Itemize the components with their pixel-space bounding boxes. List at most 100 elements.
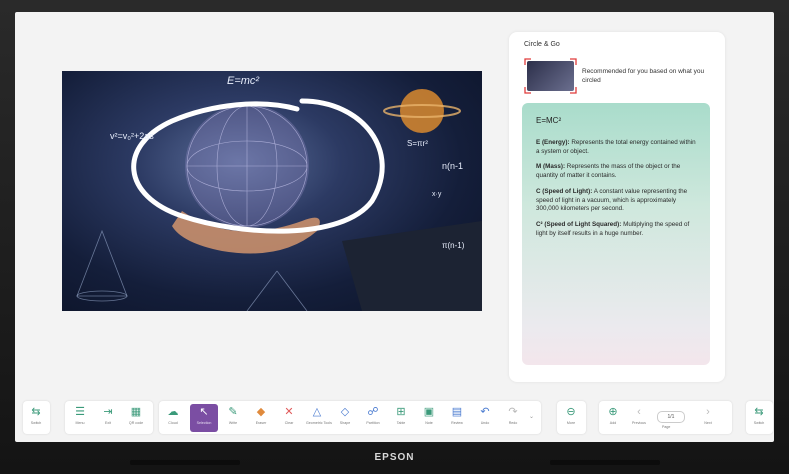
formula-overlay-5: x·y: [432, 191, 442, 198]
thumbnail-frame-icon: [524, 58, 577, 94]
switch-right-button[interactable]: ⇆ Switch: [748, 404, 770, 432]
formula-overlay-3: S=πr²: [407, 139, 428, 148]
switch-icon: ⇆: [754, 406, 764, 418]
partition-icon: ☍: [367, 406, 379, 418]
tool-label: Review: [451, 421, 463, 425]
tool-label: Redo: [508, 421, 518, 425]
review-button[interactable]: ▤ Review: [446, 404, 468, 432]
photo-illustration: [76, 89, 482, 311]
review-icon: ▤: [451, 406, 463, 418]
definition-term: C (Speed of Light):: [536, 187, 593, 195]
undo-button[interactable]: ↶ Undo: [474, 404, 496, 432]
exit-icon: ⇥: [103, 406, 113, 418]
menu-icon: ☰: [75, 406, 85, 418]
definition-term: C² (Speed of Light Squared):: [536, 220, 622, 228]
table-icon: ⊞: [396, 406, 406, 418]
tool-label: Selection: [196, 421, 212, 425]
formula-overlay-2: E=mc²: [227, 75, 260, 87]
cloud-button[interactable]: ☁ Cloud: [162, 404, 184, 432]
tool-label: Add: [609, 421, 617, 425]
toolbar-main-group: ☰ Menu ⇥ Exit ▦ QR code: [65, 401, 153, 434]
next-page-button[interactable]: › Next: [697, 404, 719, 432]
result-title: E=MC²: [536, 116, 562, 125]
write-button[interactable]: ✎ Write: [222, 404, 244, 432]
tool-label: Geometric Tools: [306, 421, 332, 425]
pen-icon: ✎: [228, 406, 238, 418]
switch-icon: ⇆: [31, 406, 41, 418]
definition-item: M (Mass): Represents the mass of the obj…: [536, 163, 698, 180]
tool-label: Next: [704, 421, 712, 425]
redo-icon: ↷: [508, 406, 518, 418]
switch-left-button[interactable]: ⇆ Switch: [25, 404, 47, 432]
tool-label: Switch: [753, 421, 765, 425]
circled-photo[interactable]: v²=v₀²+2as E=mc² S=πr² n(n-1 x·y π(n-1): [62, 71, 482, 311]
clear-button[interactable]: ✕ Clear: [278, 404, 300, 432]
tool-label: Partition: [366, 421, 380, 425]
definition-item: C (Speed of Light): A constant value rep…: [536, 188, 698, 214]
formula-overlay-1: v²=v₀²+2as: [110, 131, 154, 141]
previous-page-button[interactable]: ‹ Previous: [628, 404, 650, 432]
clear-icon: ✕: [284, 406, 294, 418]
table-button[interactable]: ⊞ Table: [390, 404, 412, 432]
brand-logo: EPSON: [374, 452, 415, 463]
chevron-right-icon: ›: [706, 406, 710, 418]
shape-button[interactable]: ◇ Shape: [334, 404, 356, 432]
menu-button[interactable]: ☰ Menu: [69, 404, 91, 432]
page-label: Page: [662, 425, 671, 429]
circle-and-go-panel: Circle & Go Recommended for you based on…: [509, 32, 725, 382]
panel-title: Circle & Go: [524, 41, 560, 48]
toolbar-more-group: ⊖ More: [557, 401, 586, 434]
tool-label: QR code: [128, 421, 144, 425]
page-indicator[interactable]: 1/1: [657, 411, 685, 423]
definition-term: E (Energy):: [536, 139, 570, 146]
tool-label: Exit: [105, 421, 111, 425]
geometric-tools-button[interactable]: △ Geometric Tools: [306, 404, 332, 432]
toolbar-tools-group: ☁ Cloud ↖ Selection ✎ Write ◆ Eraser ✕ C…: [159, 401, 541, 434]
more-button[interactable]: ⊖ More: [560, 404, 582, 432]
tool-label: Previous: [632, 421, 646, 425]
redo-button[interactable]: ↷ Redo: [502, 404, 524, 432]
eraser-icon: ◆: [256, 406, 266, 418]
note-button[interactable]: ▣ Note: [418, 404, 440, 432]
definition-item: E (Energy): Represents the total energy …: [536, 139, 698, 156]
more-icon: ⊖: [566, 406, 576, 418]
selection-icon: ↖: [199, 406, 209, 418]
tool-label: Menu: [75, 421, 85, 425]
tool-label: Undo: [480, 421, 490, 425]
add-page-button[interactable]: ⊕ Add: [602, 404, 624, 432]
toolbar-right-group: ⇆ Switch: [746, 401, 773, 434]
tool-label: Note: [425, 421, 433, 425]
cloud-icon: ☁: [167, 406, 179, 418]
geometry-icon: △: [312, 406, 322, 418]
shape-icon: ◇: [340, 406, 350, 418]
result-card: E=MC² E (Energy): Represents the total e…: [522, 103, 710, 365]
toolbar-left-group: ⇆ Switch: [23, 401, 50, 434]
exit-button[interactable]: ⇥ Exit: [97, 404, 119, 432]
partition-button[interactable]: ☍ Partition: [362, 404, 384, 432]
eraser-button[interactable]: ◆ Eraser: [250, 404, 272, 432]
tool-label: Shape: [339, 421, 351, 425]
recommendation-text: Recommended for you based on what you ci…: [582, 68, 705, 84]
qr-code-button[interactable]: ▦ QR code: [125, 404, 147, 432]
formula-overlay-6: π(n-1): [442, 241, 465, 250]
note-icon: ▣: [423, 406, 435, 418]
tool-label: Eraser: [255, 421, 267, 425]
chevron-left-icon: ‹: [637, 406, 641, 418]
result-body: E (Energy): Represents the total energy …: [536, 139, 698, 245]
toolbar-page-group: ⊕ Add ‹ Previous 1/1 Page › Next: [599, 401, 732, 434]
definition-term: M (Mass):: [536, 163, 566, 171]
chevron-down-icon[interactable]: ⌄: [529, 413, 534, 420]
selection-button[interactable]: ↖ Selection: [190, 404, 218, 432]
tool-label: Table: [396, 421, 406, 425]
definition-item: C² (Speed of Light Squared): Multiplying…: [536, 221, 698, 238]
tool-label: Clear: [284, 421, 294, 425]
screen: v²=v₀²+2as E=mc² S=πr² n(n-1 x·y π(n-1) …: [15, 12, 774, 442]
add-icon: ⊕: [608, 406, 618, 418]
tool-label: Write: [228, 421, 238, 425]
formula-overlay-4: n(n-1: [442, 161, 464, 171]
tool-label: More: [566, 421, 576, 425]
undo-icon: ↶: [480, 406, 490, 418]
tool-label: Cloud: [168, 421, 178, 425]
qr-code-icon: ▦: [130, 406, 142, 418]
tool-label: Switch: [30, 421, 42, 425]
